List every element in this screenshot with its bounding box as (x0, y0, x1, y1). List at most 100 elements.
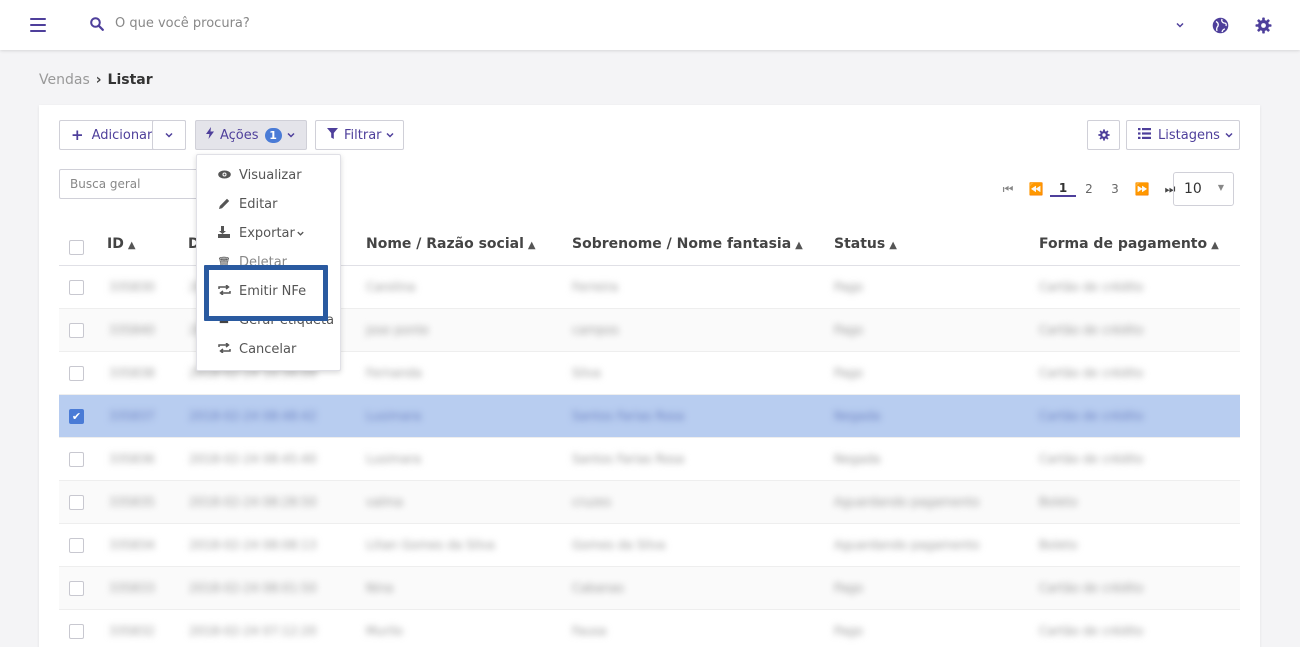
table-cell-date: 2018-02-24 07:12:20 (189, 624, 317, 638)
prev-page-icon[interactable]: ⏪ (1022, 182, 1050, 196)
table-cell-id: 335835 (109, 495, 155, 509)
breadcrumb-separator-icon: › (95, 72, 102, 88)
table-cell-pagamento: Cartão de crédito (1039, 366, 1144, 380)
column-header-pagamento[interactable]: Forma de pagamento ▲︎ (1039, 236, 1219, 252)
table-cell-date: 2018-02-24 08:48:42 (189, 409, 317, 423)
eye-icon (217, 169, 231, 182)
table-cell-sobrenome: cruzes (572, 495, 612, 509)
column-header-id[interactable]: ID ▲︎ (107, 236, 136, 252)
chevron-down-icon (1225, 132, 1233, 138)
table-cell-pagamento: Boleto (1039, 538, 1078, 552)
table-cell-sobrenome: Cabanas (572, 581, 624, 595)
menu-item-exportar[interactable]: Exportar (217, 226, 305, 241)
table-row[interactable]: 335836 2018-02-24 08:45:40 Lusimara Santos … (59, 438, 1240, 481)
gear-icon (1097, 129, 1110, 141)
row-checkbox[interactable] (69, 581, 84, 596)
page-size-select[interactable]: 10 ▼ (1173, 172, 1234, 206)
table-cell-sobrenome: Ferreira (572, 280, 619, 294)
table-cell-id: 335830 (109, 280, 155, 294)
row-checkbox[interactable] (69, 538, 84, 553)
listagens-button[interactable]: Listagens (1126, 120, 1240, 150)
search-icon (90, 17, 104, 35)
listagens-button-label: Listagens (1158, 127, 1220, 143)
menu-item-editar[interactable]: Editar (217, 197, 278, 212)
table-cell-date: 2018-02-24 08:45:40 (189, 452, 317, 466)
table-cell-nome: valma (366, 495, 403, 509)
chevron-down-icon (287, 132, 295, 138)
select-all-checkbox[interactable] (69, 240, 84, 255)
column-header-nome[interactable]: Nome / Razão social ▲︎ (366, 236, 536, 252)
row-checkbox[interactable] (69, 624, 84, 639)
breadcrumb: Vendas › Listar (39, 72, 153, 88)
acoes-button[interactable]: Ações 1 (195, 120, 307, 150)
table-cell-id: 335832 (109, 624, 155, 638)
table-cell-nome: jose ponte (366, 323, 429, 337)
table-row[interactable]: 335832 2018-02-24 07:12:20 Murilo Fausa Pago… (59, 610, 1240, 647)
list-icon (1138, 127, 1151, 143)
table-cell-nome: Murilo (366, 624, 403, 638)
menu-item-emitir-nfe[interactable]: Emitir NFe (217, 284, 306, 299)
table-cell-status: Pago (834, 366, 864, 380)
table-settings-button[interactable] (1087, 120, 1120, 150)
sort-icon: ▲︎ (889, 240, 897, 251)
table-row[interactable]: 335833 2018-02-24 08:01:50 Nina Cabanas Pago… (59, 567, 1240, 610)
acoes-button-label: Ações (220, 127, 259, 143)
table-cell-pagamento: Cartão de crédito (1039, 624, 1144, 638)
caret-down-icon: ▼ (1217, 183, 1224, 192)
breadcrumb-parent[interactable]: Vendas (39, 72, 90, 88)
row-checkbox[interactable]: ✔ (69, 409, 84, 424)
plus-icon: + (71, 126, 84, 144)
table-cell-nome: Nina (366, 581, 394, 595)
table-cell-id: 335833 (109, 581, 155, 595)
table-row[interactable]: 335834 2018-02-24 08:08:13 Lilian Gomes da… (59, 524, 1240, 567)
pencil-icon (217, 198, 231, 212)
menu-item-deletar[interactable]: 🗑︎ Deletar (217, 255, 287, 270)
chevron-down-icon (297, 231, 304, 236)
page-link[interactable]: 3 (1102, 182, 1128, 196)
hamburger-icon[interactable] (30, 18, 46, 32)
filter-icon (327, 127, 338, 143)
menu-item-visualizar[interactable]: Visualizar (217, 168, 302, 183)
page-link[interactable]: 2 (1076, 182, 1102, 196)
table-cell-nome: Lilian Gomes da Silva (366, 538, 495, 552)
table-cell-nome: Lusimara (366, 452, 421, 466)
table-cell-pagamento: Boleto (1039, 495, 1078, 509)
acoes-dropdown-menu: Visualizar Editar Exportar 🗑︎ Deletar ▬ Ge… (196, 154, 341, 371)
exchange-icon (217, 342, 231, 356)
row-checkbox[interactable] (69, 323, 84, 338)
menu-item-cancelar[interactable]: Cancelar (217, 342, 296, 357)
table-cell-pagamento: Cartão de crédito (1039, 323, 1144, 337)
gear-icon[interactable] (1255, 17, 1272, 38)
row-checkbox[interactable] (69, 452, 84, 467)
row-checkbox[interactable] (69, 280, 84, 295)
table-cell-status: Negada (834, 452, 881, 466)
sort-icon: ▲︎ (1211, 240, 1219, 251)
row-checkbox[interactable] (69, 495, 84, 510)
table-row[interactable]: ✔ 335837 2018-02-24 08:48:42 Lusimara Santos… (59, 395, 1240, 438)
filtrar-button-label: Filtrar (344, 127, 382, 143)
filtrar-button[interactable]: Filtrar (315, 120, 404, 150)
row-checkbox[interactable] (69, 366, 84, 381)
column-header-status[interactable]: Status ▲︎ (834, 236, 897, 252)
next-page-icon[interactable]: ⏩ (1128, 182, 1156, 196)
globe-icon[interactable] (1212, 17, 1229, 38)
table-cell-id: 335836 (109, 452, 155, 466)
table-cell-sobrenome: Gomes da Silva (572, 538, 666, 552)
table-cell-status: Pago (834, 581, 864, 595)
column-header-sobrenome[interactable]: Sobrenome / Nome fantasia ▲︎ (572, 236, 803, 252)
table-row[interactable]: 335835 2018-02-24 08:28:50 valma cruzes Agua… (59, 481, 1240, 524)
acoes-count-badge: 1 (264, 127, 282, 143)
sort-icon: ▲︎ (795, 240, 803, 251)
table-cell-pagamento: Cartão de crédito (1039, 581, 1144, 595)
search-input[interactable] (115, 16, 615, 31)
chevron-down-icon[interactable] (1175, 19, 1185, 34)
page-link[interactable]: 1 (1050, 181, 1076, 197)
first-page-icon[interactable]: ⏮ (994, 182, 1022, 197)
table-cell-status: Pago (834, 624, 864, 638)
top-bar (0, 0, 1300, 50)
add-dropdown-toggle[interactable] (152, 120, 186, 150)
table-cell-status: Pago (834, 280, 864, 294)
lightning-icon (206, 127, 214, 143)
table-cell-sobrenome: Santos Farias Rosa (572, 409, 685, 423)
chevron-down-icon (165, 132, 173, 138)
